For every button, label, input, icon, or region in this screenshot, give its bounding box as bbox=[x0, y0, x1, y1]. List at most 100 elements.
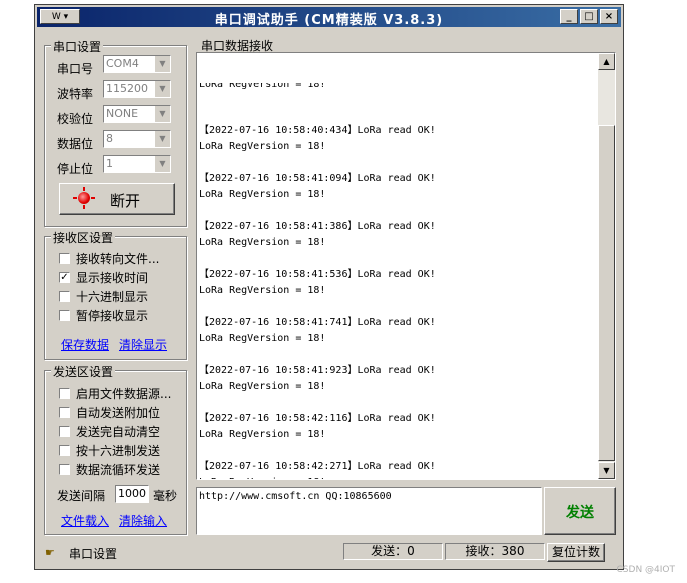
sent-count-text: 发送：0 bbox=[371, 544, 415, 558]
send-input-text: http://www.cmsoft.cn QQ:10865600 bbox=[199, 491, 392, 502]
port-select[interactable]: COM4 ▼ bbox=[103, 55, 171, 73]
checkbox-box[interactable] bbox=[59, 407, 70, 418]
port-label: 串口号 bbox=[57, 62, 94, 76]
checkbox-label: 数据流循环发送 bbox=[76, 463, 161, 477]
log-line: 【2022-07-16 10:58:41:386】LoRa read OK! bbox=[199, 221, 436, 232]
vertical-scrollbar[interactable]: ▲ ▼ bbox=[598, 53, 615, 479]
disconnect-button[interactable]: 断开 bbox=[59, 183, 175, 215]
auto-clear-checkbox[interactable]: 发送完自动清空 bbox=[59, 423, 160, 440]
log-line: LoRa RegVersion = 18! bbox=[199, 237, 326, 248]
receive-log[interactable]: LoRa RegVersion = 18! 【2022-07-16 10:58:… bbox=[196, 52, 616, 480]
log-line: LoRa RegVersion = 18! bbox=[199, 189, 326, 200]
status-bar: ☛ 串口设置 发送：0 接收：380 复位计数 bbox=[37, 541, 621, 563]
scroll-thumb[interactable] bbox=[598, 125, 615, 461]
parity-select[interactable]: NONE ▼ bbox=[103, 105, 171, 123]
chevron-down-icon[interactable]: ▼ bbox=[154, 81, 170, 97]
checkbox-box[interactable] bbox=[59, 291, 70, 302]
file-source-checkbox[interactable]: 启用文件数据源... bbox=[59, 385, 171, 402]
hex-send-checkbox[interactable]: 按十六进制发送 bbox=[59, 442, 160, 459]
minimize-button[interactable]: _ bbox=[560, 9, 578, 24]
received-count-text: 接收：380 bbox=[465, 544, 525, 558]
stopbits-label: 停止位 bbox=[57, 162, 94, 176]
receive-to-file-checkbox[interactable]: 接收转向文件... bbox=[59, 250, 159, 267]
checkmark-icon[interactable]: ✓ bbox=[59, 272, 70, 283]
chevron-down-icon[interactable]: ▼ bbox=[154, 56, 170, 72]
clear-input-link[interactable]: 清除输入 bbox=[119, 512, 167, 529]
checkbox-label: 接收转向文件... bbox=[76, 252, 160, 266]
receive-settings-group: 接收区设置 接收转向文件... ✓ 显示接收时间 十六进制显示 暂停接收显示 保… bbox=[44, 229, 187, 360]
clear-display-link[interactable]: 清除显示 bbox=[119, 336, 167, 353]
log-line: 【2022-07-16 10:58:41:923】LoRa read OK! bbox=[199, 365, 436, 376]
port-settings-group: 串口设置 串口号 COM4 ▼ 波特率 115200 ▼ 校验位 NONE ▼ … bbox=[44, 38, 187, 227]
scroll-down-icon[interactable]: ▼ bbox=[598, 462, 615, 479]
parity-select-value: NONE bbox=[106, 107, 139, 120]
log-line: LoRa RegVersion = 18! bbox=[199, 141, 326, 152]
send-settings-title: 发送区设置 bbox=[51, 363, 116, 380]
chevron-down-icon[interactable]: ▼ bbox=[154, 106, 170, 122]
log-line: LoRa RegVersion = 18! bbox=[199, 285, 326, 296]
window-title: 串口调试助手 (CM精装版 V3.8.3) bbox=[214, 13, 444, 28]
reset-count-label: 复位计数 bbox=[551, 545, 600, 559]
log-line: 【2022-07-16 10:58:42:271】LoRa read OK! bbox=[199, 461, 436, 472]
scroll-up-icon[interactable]: ▲ bbox=[598, 53, 615, 70]
chevron-down-icon[interactable]: ▼ bbox=[154, 131, 170, 147]
log-partial-line: LoRa RegVersion = 18! bbox=[199, 83, 326, 90]
send-button[interactable]: 发送 bbox=[544, 487, 616, 535]
interval-label: 发送间隔 bbox=[57, 489, 106, 503]
show-receive-time-checkbox[interactable]: ✓ 显示接收时间 bbox=[59, 269, 148, 286]
checkbox-label: 按十六进制发送 bbox=[76, 444, 161, 458]
receive-settings-title: 接收区设置 bbox=[51, 229, 116, 246]
checkbox-box[interactable] bbox=[59, 426, 70, 437]
send-input[interactable]: http://www.cmsoft.cn QQ:10865600 bbox=[196, 487, 542, 535]
disconnect-label: 断开 bbox=[110, 192, 141, 210]
stopbits-select[interactable]: 1 ▼ bbox=[103, 155, 171, 173]
interval-value: 1000 bbox=[118, 487, 146, 500]
databits-select[interactable]: 8 ▼ bbox=[103, 130, 171, 148]
log-line: LoRa RegVersion = 18! bbox=[199, 381, 326, 392]
log-line: 【2022-07-16 10:58:41:741】LoRa read OK! bbox=[199, 317, 436, 328]
port-select-value: COM4 bbox=[106, 57, 139, 70]
checkbox-box[interactable] bbox=[59, 253, 70, 264]
baud-select[interactable]: 115200 ▼ bbox=[103, 80, 171, 98]
maximize-button[interactable]: □ bbox=[580, 9, 598, 24]
checkbox-label: 启用文件数据源... bbox=[76, 387, 172, 401]
interval-input[interactable]: 1000 bbox=[115, 485, 149, 503]
log-line: 【2022-07-16 10:58:40:434】LoRa read OK! bbox=[199, 125, 436, 136]
checkbox-label: 暂停接收显示 bbox=[76, 309, 149, 323]
checkbox-box[interactable] bbox=[59, 388, 70, 399]
title-bar[interactable]: W ▾ 串口调试助手 (CM精装版 V3.8.3) _ □ × bbox=[37, 7, 621, 28]
app-window: W ▾ 串口调试助手 (CM精装版 V3.8.3) _ □ × 串口设置 串口号… bbox=[34, 4, 624, 570]
databits-select-value: 8 bbox=[106, 132, 113, 145]
log-line: 【2022-07-16 10:58:41:094】LoRa read OK! bbox=[199, 173, 436, 184]
sent-count: 发送：0 bbox=[343, 543, 443, 560]
databits-label: 数据位 bbox=[57, 137, 94, 151]
port-settings-title: 串口设置 bbox=[51, 38, 104, 55]
loop-send-checkbox[interactable]: 数据流循环发送 bbox=[59, 461, 160, 478]
stopbits-select-value: 1 bbox=[106, 157, 113, 170]
status-port-label: 串口设置 bbox=[69, 547, 118, 561]
auto-append-checkbox[interactable]: 自动发送附加位 bbox=[59, 404, 160, 421]
checkbox-label: 显示接收时间 bbox=[76, 271, 149, 285]
file-load-link[interactable]: 文件载入 bbox=[61, 512, 109, 529]
close-button[interactable]: × bbox=[600, 9, 618, 24]
reset-count-button[interactable]: 复位计数 bbox=[547, 543, 605, 562]
save-data-link[interactable]: 保存数据 bbox=[61, 336, 109, 353]
hex-display-checkbox[interactable]: 十六进制显示 bbox=[59, 288, 148, 305]
parity-label: 校验位 bbox=[57, 112, 94, 126]
baud-label: 波特率 bbox=[57, 87, 94, 101]
checkbox-box[interactable] bbox=[59, 464, 70, 475]
checkbox-box[interactable] bbox=[59, 445, 70, 456]
baud-select-value: 115200 bbox=[106, 82, 148, 95]
log-line: LoRa RegVersion = 18! bbox=[199, 333, 326, 344]
checkbox-label: 十六进制显示 bbox=[76, 290, 149, 304]
log-line: LoRa RegVersion = 18! bbox=[199, 429, 326, 440]
checkbox-box[interactable] bbox=[59, 310, 70, 321]
received-count: 接收：380 bbox=[445, 543, 545, 560]
chevron-down-icon[interactable]: ▼ bbox=[154, 156, 170, 172]
pause-display-checkbox[interactable]: 暂停接收显示 bbox=[59, 307, 148, 324]
